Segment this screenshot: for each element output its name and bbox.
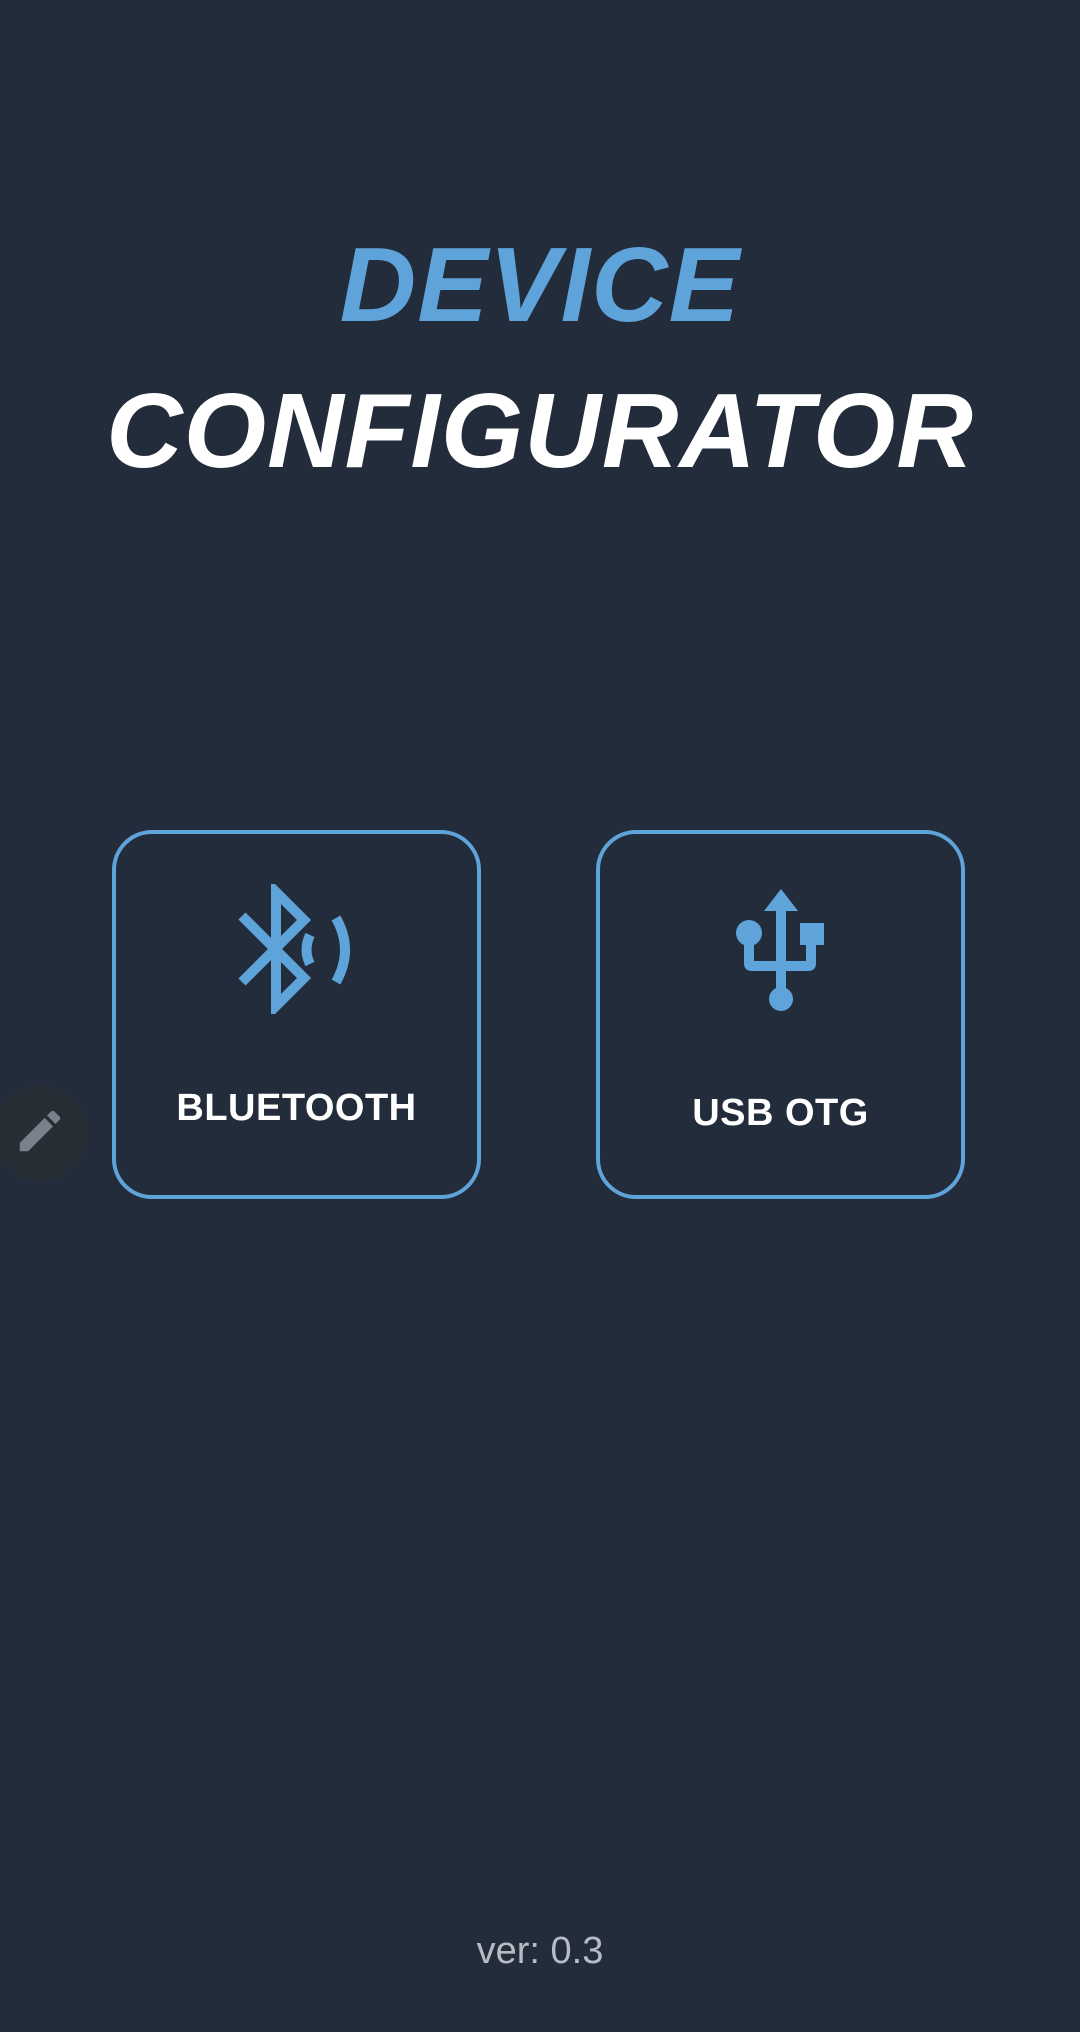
usb-otg-label: USB OTG	[692, 1092, 869, 1134]
bluetooth-connect-button[interactable]: BLUETOOTH	[112, 830, 481, 1199]
app-title-configurator: CONFIGURATOR	[106, 372, 974, 490]
usb-otg-connect-button[interactable]: USB OTG	[596, 830, 965, 1199]
usb-icon	[600, 889, 961, 1013]
pencil-icon	[13, 1104, 67, 1163]
bluetooth-label: BLUETOOTH	[176, 1087, 417, 1129]
edit-button[interactable]	[0, 1085, 88, 1181]
version-label: ver: 0.3	[476, 1930, 604, 1972]
bluetooth-searching-icon	[116, 884, 477, 1014]
app-title-device: DEVICE	[339, 226, 741, 344]
